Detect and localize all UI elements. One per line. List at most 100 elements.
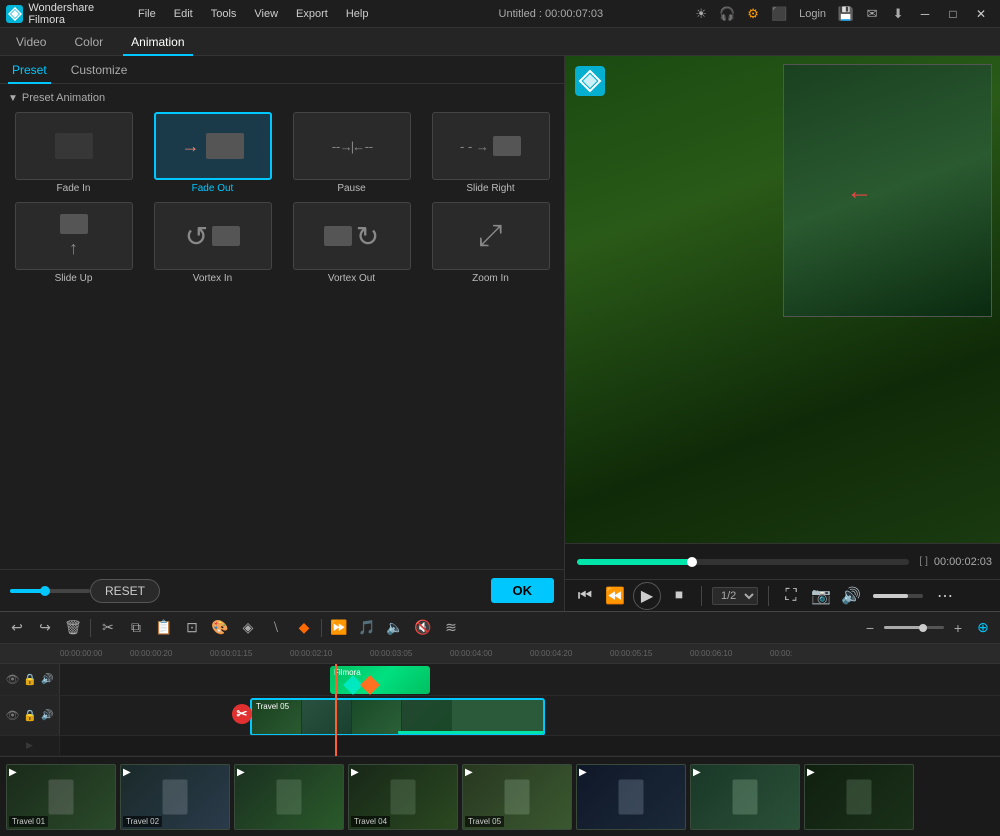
play-icon-01: ▶ [9, 767, 17, 778]
title-eye-icon[interactable]: 👁 [5, 673, 19, 686]
collapse-arrow[interactable]: ▼ [8, 93, 18, 104]
volume-slider[interactable] [873, 594, 923, 598]
sub-tab-customize[interactable]: Customize [67, 56, 132, 84]
title-track-header: 👁 🔒 🔊 [0, 664, 60, 695]
media-thumb-travel06[interactable]: ▶ [576, 764, 686, 830]
anim-item-vortex-in[interactable]: ↺ Vortex In [147, 202, 278, 284]
zoom-out-button[interactable]: − [859, 617, 881, 639]
ruler-mark-9: 00:00: [770, 649, 830, 658]
frame-back-button[interactable]: ⏪ [603, 584, 627, 608]
media-thumb-travel07[interactable]: ▶ [690, 764, 800, 830]
skip-back-button[interactable]: ⏮ [573, 584, 597, 608]
media-thumb-travel02[interactable]: ▶ Travel 02 [120, 764, 230, 830]
ruler-container: 00:00:00:00 00:00:00:20 00:00:01:15 00:0… [60, 649, 1000, 658]
ratio-select[interactable]: 1/2 [712, 587, 758, 605]
undo-button[interactable]: ↩ [6, 617, 28, 639]
delete-button[interactable]: 🗑 [62, 617, 84, 639]
keyframe-button[interactable]: ◆ [293, 617, 315, 639]
sun-icon[interactable]: ☀ [691, 4, 711, 24]
maximize-button[interactable]: □ [942, 3, 964, 25]
audio-button[interactable]: 🎵 [356, 617, 378, 639]
media-bin: ▶ Travel 01 ▶ Travel 02 ▶ ▶ Travel 04 ▶ … [0, 756, 1000, 836]
menu-view[interactable]: View [246, 0, 286, 28]
filmora-title-clip[interactable]: Filmora [330, 666, 430, 694]
media-thumb-travel08[interactable]: ▶ [804, 764, 914, 830]
redo-button[interactable]: ↪ [34, 617, 56, 639]
media-thumb-travel03[interactable]: ▶ [234, 764, 344, 830]
reset-button[interactable]: RESET [90, 579, 160, 603]
stop-button[interactable]: ⏹ [667, 584, 691, 608]
volume-button[interactable]: 🔊 [839, 584, 863, 608]
eq-button[interactable]: ≋ [440, 617, 462, 639]
slide-right-arrow: - - → [460, 139, 489, 154]
title-track-content: Filmora [60, 664, 1000, 695]
crop-button[interactable]: ⊡ [181, 617, 203, 639]
color-button[interactable]: 🎨 [209, 617, 231, 639]
paste-button[interactable]: 📋 [153, 617, 175, 639]
download-icon[interactable]: ⬇ [888, 4, 908, 24]
travel05-label-bin: Travel 05 [465, 816, 504, 827]
media-thumb-travel04[interactable]: ▶ Travel 04 [348, 764, 458, 830]
subtitle-content [60, 736, 1000, 756]
mask-button[interactable]: ◈ [237, 617, 259, 639]
video-eye-icon[interactable]: 👁 [5, 709, 19, 722]
fullscreen-button[interactable]: ⛶ [779, 584, 803, 608]
settings-icon[interactable]: ⚙ [743, 4, 763, 24]
travel05-clip[interactable]: Travel 05 [250, 698, 545, 734]
tab-animation[interactable]: Animation [123, 28, 192, 56]
menu-export[interactable]: Export [288, 0, 336, 28]
add-track-button[interactable]: ⊕ [972, 617, 994, 639]
anim-label-vortex-in: Vortex In [193, 273, 232, 284]
slider-thumb [40, 586, 50, 596]
menu-help[interactable]: Help [338, 0, 377, 28]
volume-tl-button[interactable]: 🔈 [384, 617, 406, 639]
settings-button[interactable]: ⋯ [933, 584, 957, 608]
effect-slider[interactable] [10, 589, 90, 593]
menu-tools[interactable]: Tools [203, 0, 245, 28]
anim-item-zoom-in[interactable]: ⤢ Zoom In [425, 202, 556, 284]
menu-edit[interactable]: Edit [166, 0, 201, 28]
title-audio-icon[interactable]: 🔊 [41, 674, 53, 685]
anim-label-fade-in: Fade In [57, 183, 91, 194]
anim-item-pause[interactable]: - - →|← - - Pause [286, 112, 417, 194]
cyclist-05 [505, 779, 530, 814]
minimize-button[interactable]: ─ [914, 3, 936, 25]
travel05-label: Travel 05 [256, 702, 289, 711]
mail-icon[interactable]: ✉ [862, 4, 882, 24]
snapshot-button[interactable]: 📷 [809, 584, 833, 608]
copy-button[interactable]: ⧉ [125, 617, 147, 639]
split-button[interactable]: ⧵ [265, 617, 287, 639]
zoom-in-icon: ⤢ [479, 219, 503, 253]
anim-thumb-fade-in [15, 112, 133, 180]
video-audio-icon[interactable]: 🔊 [41, 710, 53, 721]
media-thumb-travel05b[interactable]: ▶ Travel 05 [462, 764, 572, 830]
mute-button[interactable]: 🔇 [412, 617, 434, 639]
anim-item-slide-up[interactable]: ↑ Slide Up [8, 202, 139, 284]
ruler-mark-8: 00:00:06:10 [690, 649, 770, 658]
progress-bar[interactable] [577, 559, 909, 565]
anim-item-vortex-out[interactable]: ↻ Vortex Out [286, 202, 417, 284]
zoom-in-button[interactable]: + [947, 617, 969, 639]
play-button[interactable]: ▶ [633, 582, 661, 610]
anim-item-fade-in[interactable]: Fade In [8, 112, 139, 194]
video-lock-icon[interactable]: 🔒 [23, 709, 37, 722]
media-thumb-travel01[interactable]: ▶ Travel 01 [6, 764, 116, 830]
anim-item-slide-right[interactable]: - - → Slide Right [425, 112, 556, 194]
ok-button[interactable]: OK [491, 578, 555, 603]
anim-item-fade-out[interactable]: → Fade Out [147, 112, 278, 194]
close-button[interactable]: ✕ [970, 3, 992, 25]
ruler-mark-5: 00:00:04:00 [450, 649, 530, 658]
save-icon[interactable]: 💾 [836, 4, 856, 24]
login-label[interactable]: Login [799, 8, 826, 20]
title-lock-icon[interactable]: 🔒 [23, 673, 37, 686]
screen-icon[interactable]: ⬛ [769, 4, 789, 24]
tab-color[interactable]: Color [66, 28, 111, 56]
ruler-mark-7: 00:00:05:15 [610, 649, 690, 658]
menu-file[interactable]: File [130, 0, 164, 28]
tab-video[interactable]: Video [8, 28, 54, 56]
sub-tab-preset[interactable]: Preset [8, 56, 51, 84]
speed-button[interactable]: ⏩ [328, 617, 350, 639]
headphone-icon[interactable]: 🎧 [717, 4, 737, 24]
zoom-slider[interactable] [884, 626, 944, 629]
cut-button[interactable]: ✂ [97, 617, 119, 639]
